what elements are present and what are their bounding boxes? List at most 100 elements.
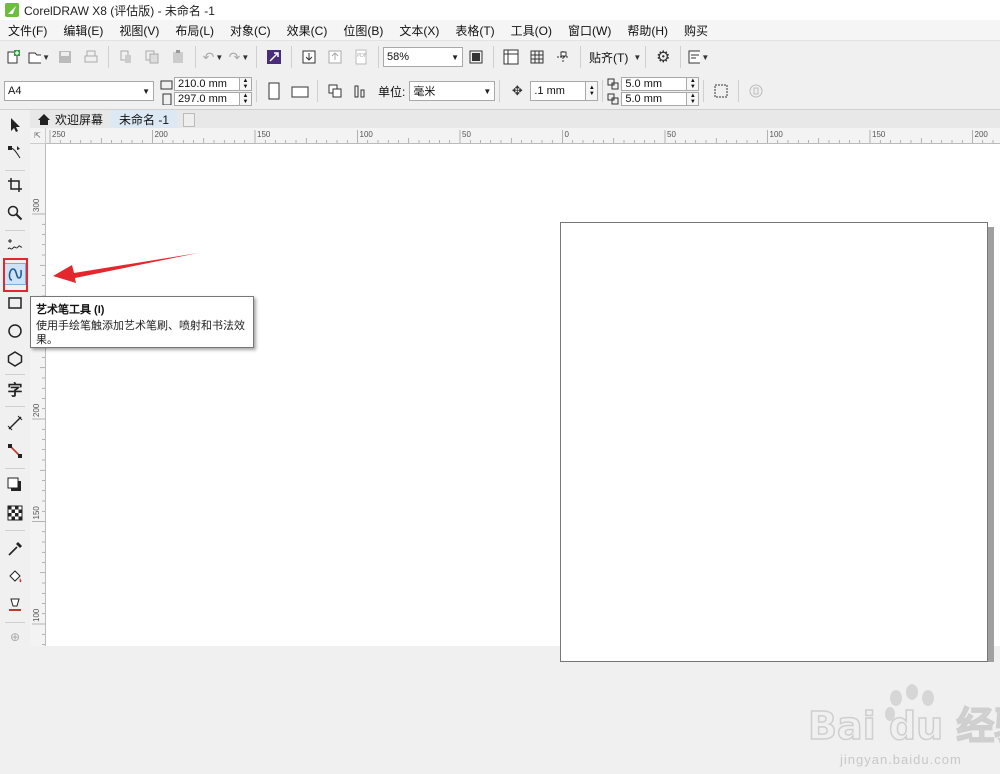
- crop-tool[interactable]: [4, 174, 26, 196]
- menu-table[interactable]: 表格(T): [447, 22, 502, 39]
- open-button[interactable]: ▼: [28, 46, 50, 68]
- nudge-distance-stepper[interactable]: ▲ ▼: [586, 81, 599, 101]
- units-dropdown[interactable]: 毫米 ▼: [409, 81, 496, 101]
- portrait-button[interactable]: [263, 80, 285, 102]
- undo-button[interactable]: ↶ ▼: [202, 46, 224, 68]
- zoom-level-dropdown[interactable]: 58% ▼: [383, 47, 463, 67]
- duplicate-x-stepper[interactable]: ▲ ▼: [687, 76, 700, 91]
- watermark: Bai du 经验 jingyan.baidu.com: [808, 684, 1000, 774]
- show-rulers-button[interactable]: [500, 46, 522, 68]
- drop-shadow-tool[interactable]: [4, 474, 26, 496]
- page-height-field[interactable]: 297.0 mm: [174, 91, 240, 106]
- menu-object[interactable]: 对象(C): [222, 22, 279, 39]
- options-button[interactable]: ⚙: [652, 46, 674, 68]
- publish-pdf-button[interactable]: PDF: [350, 46, 372, 68]
- tab-welcome-screen[interactable]: 欢迎屏幕: [30, 110, 111, 128]
- zoom-tool[interactable]: [4, 202, 26, 224]
- chevron-down-icon[interactable]: ▼: [633, 53, 641, 62]
- toolbar-separator: [195, 46, 196, 68]
- page-dimensions: 210.0 mm ▲ ▼ 297.0 mm ▲ ▼: [160, 76, 252, 106]
- toolbar-separator: [738, 80, 740, 102]
- show-grid-button[interactable]: [526, 46, 548, 68]
- search-content-button[interactable]: [263, 46, 285, 68]
- eyedropper-tool[interactable]: [4, 538, 26, 560]
- parallel-dimension-tool[interactable]: [4, 412, 26, 434]
- text-tool[interactable]: 字: [4, 378, 26, 400]
- toolbox-separator: [5, 170, 25, 171]
- menu-file[interactable]: 文件(F): [0, 22, 55, 39]
- redo-button[interactable]: ↷ ▼: [228, 46, 250, 68]
- snap-to-menu[interactable]: 贴齐(T): [589, 49, 628, 66]
- cut-icon: [120, 50, 131, 63]
- full-screen-button[interactable]: [465, 46, 487, 68]
- nudge-distance-field[interactable]: .1 mm: [530, 81, 587, 101]
- menu-effects[interactable]: 效果(C): [279, 22, 336, 39]
- shape-tool[interactable]: [4, 142, 26, 164]
- vertical-ruler[interactable]: 300250200150100: [30, 144, 46, 646]
- save-button[interactable]: [54, 46, 76, 68]
- menu-text[interactable]: 文本(X): [391, 22, 447, 39]
- drawing-canvas[interactable]: Bai du 经验 jingyan.baidu.com: [46, 144, 1000, 767]
- freehand-tool[interactable]: [4, 234, 26, 256]
- toolbox-separator: [5, 622, 25, 623]
- menu-edit[interactable]: 编辑(E): [55, 22, 111, 39]
- chevron-down-icon: ▼: [451, 52, 459, 62]
- landscape-button[interactable]: [289, 80, 311, 102]
- transparency-tool[interactable]: [4, 502, 26, 524]
- menu-view[interactable]: 视图(V): [111, 22, 167, 39]
- treat-as-filled-icon: [714, 84, 728, 98]
- ruler-label: 50: [462, 130, 471, 139]
- tooltip-body: 使用手绘笔触添加艺术笔刷、喷射和书法效果。: [36, 320, 245, 346]
- undo-icon: ↶: [202, 48, 215, 65]
- ellipse-tool[interactable]: [4, 320, 26, 342]
- pick-tool[interactable]: [4, 114, 26, 136]
- full-screen-icon: [469, 50, 483, 64]
- duplicate-y-stepper[interactable]: ▲ ▼: [687, 91, 700, 106]
- menu-tools[interactable]: 工具(O): [503, 22, 560, 39]
- all-pages-button[interactable]: [324, 80, 346, 102]
- duplicate-y-field[interactable]: 5.0 mm: [621, 91, 688, 106]
- ruler-origin[interactable]: ⇱: [30, 128, 46, 144]
- duplicate-x-field[interactable]: 5.0 mm: [621, 76, 688, 91]
- document-page[interactable]: [560, 222, 988, 662]
- horizontal-ruler[interactable]: 250 200 150 100 50 0 50 100 150 200: [46, 128, 1000, 144]
- toolbox-separator: [5, 406, 25, 407]
- landscape-icon: [291, 86, 309, 98]
- tab-document[interactable]: 未命名 -1: [111, 110, 178, 128]
- edit-across-layers-button[interactable]: [745, 80, 767, 102]
- print-button[interactable]: [80, 46, 102, 68]
- import-button[interactable]: [298, 46, 320, 68]
- polygon-tool[interactable]: [4, 348, 26, 370]
- page-size-dropdown[interactable]: A4 ▼: [4, 81, 154, 101]
- connector-tool[interactable]: [4, 440, 26, 462]
- page-width-stepper[interactable]: ▲ ▼: [240, 76, 252, 91]
- nudge-icon: ✥: [511, 83, 523, 98]
- menu-window[interactable]: 窗口(W): [560, 22, 619, 39]
- copy-button[interactable]: [141, 46, 163, 68]
- zoom-level-value: 58%: [387, 51, 410, 63]
- menu-buy[interactable]: 购买: [676, 22, 716, 39]
- menu-help[interactable]: 帮助(H): [619, 22, 676, 39]
- treat-as-filled-button[interactable]: [710, 80, 732, 102]
- interactive-fill-tool[interactable]: [4, 566, 26, 588]
- paste-icon: [173, 50, 183, 63]
- cut-button[interactable]: [115, 46, 137, 68]
- rectangle-tool[interactable]: [4, 292, 26, 314]
- page-height-stepper[interactable]: ▲ ▼: [240, 91, 252, 106]
- paste-button[interactable]: [167, 46, 189, 68]
- page-height-icon: [162, 93, 172, 105]
- menu-layout[interactable]: 布局(L): [167, 22, 222, 39]
- standard-toolbar: ▼ ↶ ▼ ↷ ▼ PDF 58% ▼ 贴齐(T) ▼ ⚙ ▼: [0, 40, 1000, 74]
- new-document-button[interactable]: [2, 46, 24, 68]
- current-page-button[interactable]: [350, 80, 372, 102]
- show-guidelines-button[interactable]: [552, 46, 574, 68]
- app-launcher-button[interactable]: ▼: [687, 46, 709, 68]
- quick-customize-button[interactable]: ⊕: [4, 626, 26, 648]
- export-button[interactable]: [324, 46, 346, 68]
- smart-fill-tool[interactable]: [4, 594, 26, 616]
- new-tab-button[interactable]: [183, 113, 196, 127]
- menu-bitmaps[interactable]: 位图(B): [335, 22, 391, 39]
- ruler-origin-icon: ⇱: [34, 131, 41, 140]
- guidelines-icon: [557, 51, 569, 63]
- page-width-field[interactable]: 210.0 mm: [174, 76, 240, 91]
